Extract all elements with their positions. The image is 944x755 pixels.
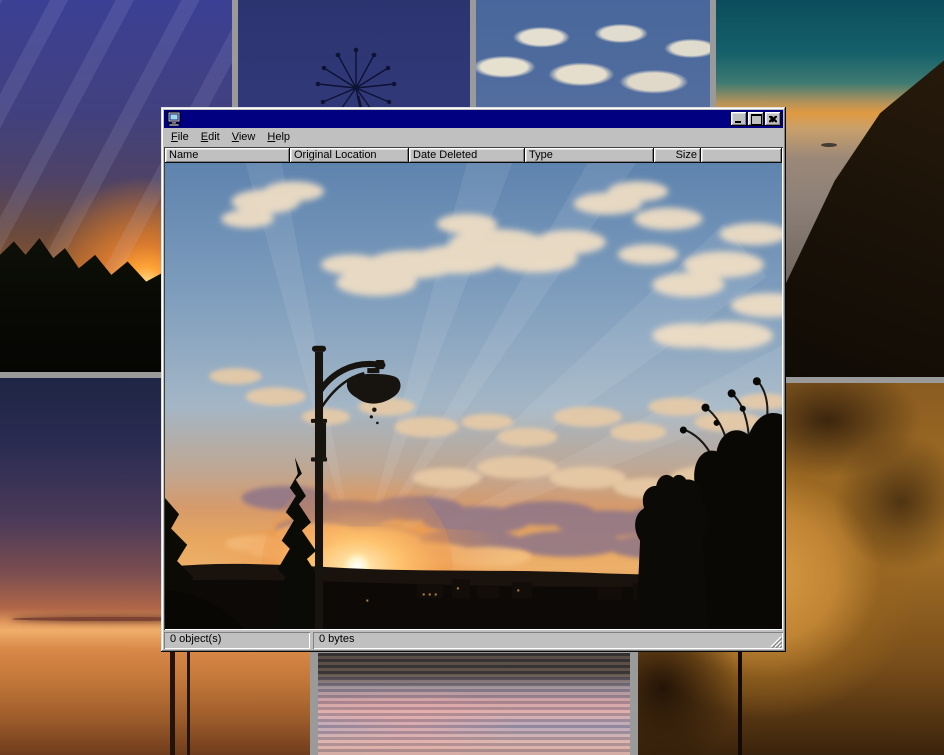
list-view-area[interactable]: [165, 163, 782, 629]
water-pole-silhouette: [170, 634, 175, 755]
status-object-count: 0 object(s): [164, 632, 310, 649]
lamp-pole-silhouette: [738, 645, 742, 755]
close-icon[interactable]: [765, 112, 781, 126]
island-silhouette: [821, 143, 837, 147]
menu-file[interactable]: File: [165, 129, 195, 146]
column-header-type[interactable]: Type: [525, 148, 654, 163]
water-pole-silhouette: [187, 636, 190, 755]
column-header-filler: [701, 148, 782, 163]
resize-grip-icon[interactable]: [769, 635, 782, 648]
menu-help[interactable]: Help: [261, 129, 296, 146]
computer-icon[interactable]: [166, 111, 182, 127]
recycle-bin-window[interactable]: File Edit View Help Name Original Locati…: [161, 107, 786, 652]
sunset-lamppost-photo: [165, 163, 782, 629]
minimize-icon[interactable]: [731, 112, 747, 126]
column-header-name[interactable]: Name: [165, 148, 290, 163]
column-header-row: Name Original Location Date Deleted Type…: [165, 148, 782, 163]
status-bar: 0 object(s) 0 bytes: [164, 632, 783, 649]
list-view: Name Original Location Date Deleted Type…: [164, 147, 783, 630]
status-total-size: 0 bytes: [313, 632, 783, 649]
menu-edit[interactable]: Edit: [195, 129, 226, 146]
titlebar[interactable]: [164, 110, 783, 128]
column-header-date-deleted[interactable]: Date Deleted: [409, 148, 525, 163]
maximize-icon[interactable]: [748, 112, 764, 126]
menu-bar: File Edit View Help: [164, 128, 783, 147]
column-header-original-location[interactable]: Original Location: [290, 148, 409, 163]
column-header-size[interactable]: Size: [654, 148, 701, 163]
wallpaper-photo-water-reflection: [318, 653, 630, 755]
menu-view[interactable]: View: [226, 129, 262, 146]
desktop: File Edit View Help Name Original Locati…: [0, 0, 944, 755]
